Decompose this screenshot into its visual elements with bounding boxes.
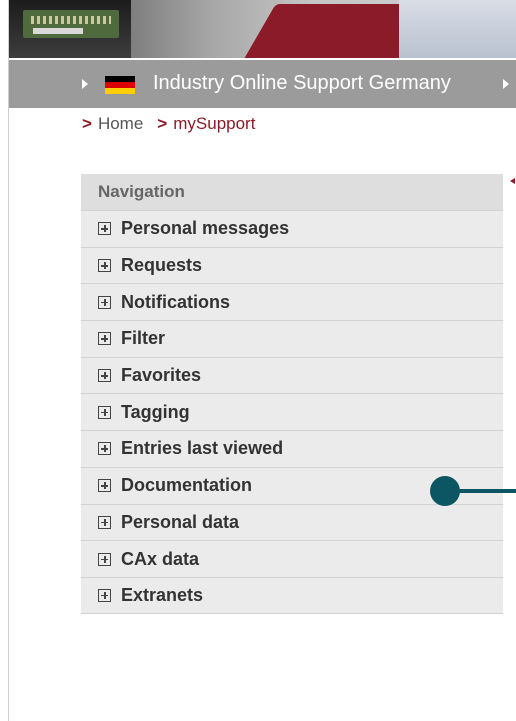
nav-item-filter[interactable]: Filter [81,320,503,357]
nav-item-label: Favorites [121,365,202,386]
plus-box-icon[interactable] [98,479,111,493]
arrow-right-icon[interactable] [503,79,509,89]
breadcrumb-mysupport-link[interactable]: mySupport [173,114,255,133]
hardware-photo [9,0,131,58]
navigation-title: Navigation [81,174,503,210]
nav-item-label: CAx data [121,548,200,569]
nav-item-extranets[interactable]: Extranets [81,576,503,614]
nav-item-notifications[interactable]: Notifications [81,283,503,321]
plus-box-icon[interactable] [98,515,111,529]
plus-box-icon[interactable] [98,588,111,602]
nav-item-label: Personal data [121,511,240,532]
plus-box-icon[interactable] [98,295,111,309]
header-banner-image [9,0,516,58]
nav-item-cax-data[interactable]: CAx data [81,540,503,577]
callout-line [456,489,516,493]
country-selector[interactable]: Industry Online Support Germany [153,72,451,95]
nav-item-personal-messages[interactable]: Personal messages [81,210,503,247]
sleeve-photo [399,0,516,58]
nav-item-label: Filter [121,328,166,349]
arrow-left-icon [510,178,516,184]
country-bar: Industry Online Support Germany [9,60,516,108]
plus-box-icon[interactable] [98,332,111,346]
page-border [8,0,9,721]
nav-item-personal-data[interactable]: Personal data [81,503,503,541]
nav-item-label: Documentation [121,475,253,496]
nav-item-requests[interactable]: Requests [81,246,503,284]
navigation-panel: Navigation Personal messages Requests No… [81,174,503,614]
nav-item-tagging[interactable]: Tagging [81,393,503,431]
plus-box-icon[interactable] [98,222,111,236]
plus-box-icon[interactable] [98,442,111,456]
nav-item-label: Entries last viewed [121,438,284,459]
nav-item-label: Personal messages [121,218,290,239]
nav-item-label: Extranets [121,584,204,605]
plus-box-icon[interactable] [98,405,111,419]
nav-item-label: Notifications [121,291,231,312]
plus-box-icon[interactable] [98,259,111,273]
chevron-right-icon: > [157,114,168,133]
nav-item-entries-last-viewed[interactable]: Entries last viewed [81,430,503,467]
chevron-right-icon: > [82,114,92,133]
nav-item-label: Tagging [121,401,190,422]
breadcrumb-home-link[interactable]: Home [98,114,143,133]
germany-flag-icon [105,76,135,94]
plus-box-icon[interactable] [98,369,111,383]
breadcrumb: > Home > mySupport [82,114,255,134]
nav-item-favorites[interactable]: Favorites [81,356,503,394]
nav-item-label: Requests [121,255,203,276]
arrow-right-icon[interactable] [82,79,88,89]
plus-box-icon[interactable] [98,552,111,566]
